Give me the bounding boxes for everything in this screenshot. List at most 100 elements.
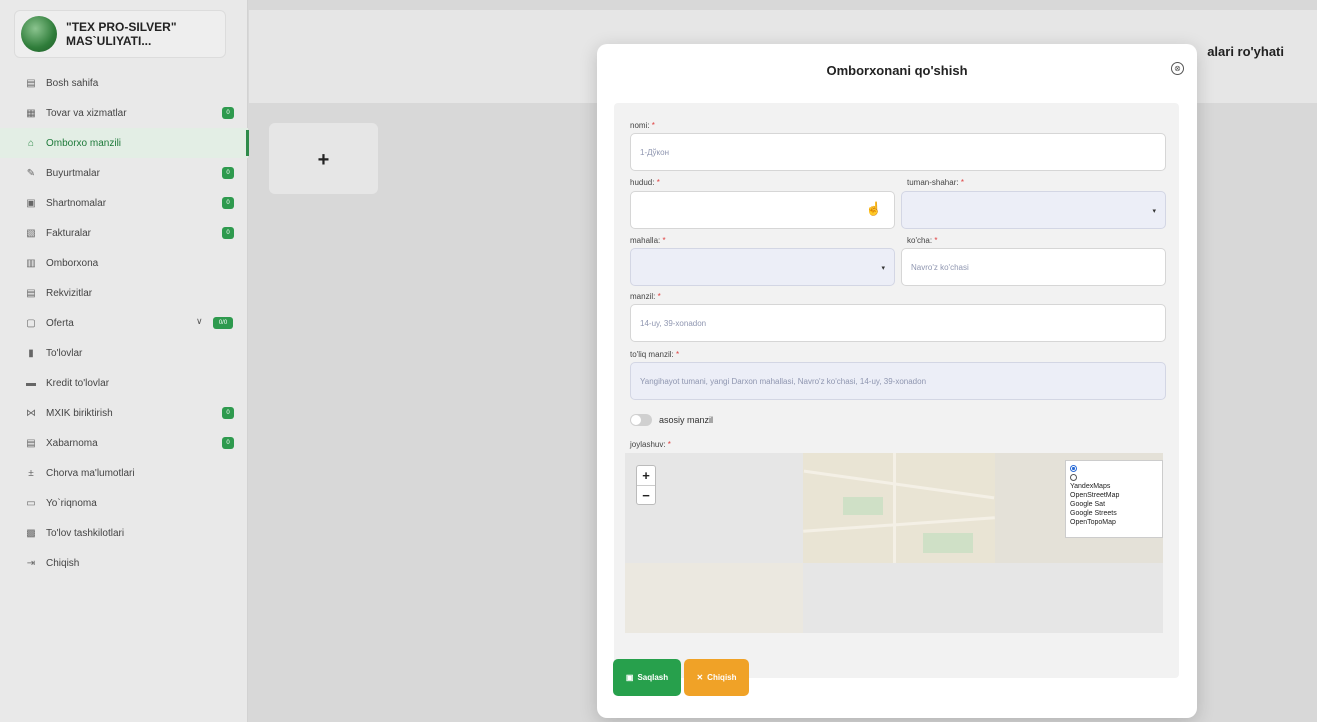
manzil-input[interactable]: 14-uy, 39-xonadon xyxy=(630,304,1166,342)
details-icon: ▤ xyxy=(26,287,36,299)
chevron-down-icon[interactable]: ∨ xyxy=(196,316,203,327)
zoom-in-button[interactable]: + xyxy=(637,466,655,485)
form-area: nomi: * 1-Дўкон hudud: * ☝ tuman-shahar:… xyxy=(614,103,1179,678)
layer-option[interactable]: OpenStreetMap xyxy=(1070,491,1158,500)
label-text: to'liq manzil: xyxy=(630,350,676,359)
zoom-out-button[interactable]: − xyxy=(637,485,655,504)
kocha-label: ko'cha: * xyxy=(907,236,937,245)
layer-label: Google Sat xyxy=(1070,501,1106,508)
sidebar-item-tolovlar[interactable]: ▮ To'lovlar xyxy=(0,338,248,368)
warehouse-location-icon: ⌂ xyxy=(27,137,35,149)
kocha-input[interactable]: Navro'z ko'chasi xyxy=(901,248,1166,286)
required-mark: * xyxy=(651,121,655,130)
invoice-icon: ▧ xyxy=(26,227,36,239)
sidebar-item-shartnomalar[interactable]: ▣ Shartnomalar 0 xyxy=(0,188,248,218)
asosiy-manzil-toggle[interactable] xyxy=(630,414,652,426)
sidebar-item-kredit-tolovlar[interactable]: ▬ Kredit to'lovlar xyxy=(0,368,248,398)
sidebar-item-chiqish[interactable]: ⇥ Chiqish xyxy=(0,548,248,578)
warehouse-icon: ▥ xyxy=(26,257,36,269)
livestock-icon: ± xyxy=(28,467,34,479)
kocha-placeholder: Navro'z ko'chasi xyxy=(911,262,969,272)
exit-button[interactable]: ✕ Chiqish xyxy=(684,659,749,696)
hudud-select[interactable]: ☝ xyxy=(630,191,895,229)
close-icon[interactable]: ⊗ xyxy=(1171,62,1184,75)
manzil-label: manzil: * xyxy=(630,292,661,301)
sidebar-item-omborxo-manzili[interactable]: ⌂ Omborxo manzili xyxy=(0,128,249,158)
sidebar-item-label: Fakturalar xyxy=(46,227,92,239)
hand-cursor-icon: ☝ xyxy=(865,201,882,216)
sidebar-item-label: Oferta xyxy=(46,317,74,329)
count-badge: 0 xyxy=(222,167,234,179)
sidebar-item-label: Shartnomalar xyxy=(46,197,107,209)
map-park xyxy=(923,533,973,553)
layer-option[interactable] xyxy=(1070,473,1158,482)
boxes-icon: ▦ xyxy=(26,107,36,119)
required-mark: * xyxy=(934,236,938,245)
sidebar-item-yoriqnoma[interactable]: ▭ Yo`riqnoma xyxy=(0,488,248,518)
save-button[interactable]: ▣ Saqlash xyxy=(613,659,681,696)
layer-option[interactable] xyxy=(1070,464,1158,473)
sidebar-item-label: Xabarnoma xyxy=(46,437,98,449)
credit-icon: ▬ xyxy=(26,377,36,389)
sidebar-item-label: To'lovlar xyxy=(46,347,83,359)
sidebar-item-xabarnoma[interactable]: ▤ Xabarnoma 0 xyxy=(0,428,248,458)
sidebar-item-buyurtmalar[interactable]: ✎ Buyurtmalar 0 xyxy=(0,158,248,188)
sidebar-item-fakturalar[interactable]: ▧ Fakturalar 0 xyxy=(0,218,248,248)
sidebar-item-rekvizitlar[interactable]: ▤ Rekvizitlar xyxy=(0,278,248,308)
map-zoom-control: + − xyxy=(636,465,656,505)
layer-label: YandexMaps xyxy=(1070,483,1111,490)
sidebar-item-label: Omborxo manzili xyxy=(46,137,122,149)
label-text: joylashuv: xyxy=(630,440,668,449)
dropdown-arrow-icon: ▾ xyxy=(881,265,885,272)
map-road xyxy=(803,516,995,533)
company-name: "TEX PRO-SILVER" MAS`ULIYATI... xyxy=(66,20,177,48)
sidebar-item-omborxona[interactable]: ▥ Omborxona xyxy=(0,248,248,278)
nomi-input[interactable]: 1-Дўкон xyxy=(630,133,1166,171)
company-name-line2: MAS`ULIYATI... xyxy=(66,34,152,48)
map-park xyxy=(843,497,883,515)
add-warehouse-button[interactable]: + xyxy=(269,123,378,194)
required-mark: * xyxy=(656,178,660,187)
sidebar-item-oferta[interactable]: ▢ Oferta ∨ 0/0 xyxy=(0,308,248,338)
count-badge: 0 xyxy=(222,407,234,419)
sidebar-item-label: Chiqish xyxy=(46,557,80,569)
close-icon: ✕ xyxy=(696,673,704,682)
message-icon: ▤ xyxy=(26,437,36,449)
sidebar-item-mxik[interactable]: ⋈ MXIK biriktirish 0 xyxy=(0,398,248,428)
layer-option[interactable]: OpenTopoMap xyxy=(1070,518,1158,527)
toliq-manzil-input[interactable]: Yangihayot tumani, yangi Darxon mahallas… xyxy=(630,362,1166,400)
joylashuv-label: joylashuv: * xyxy=(630,440,671,449)
add-warehouse-modal: Omborxonani qo'shish ⊗ nomi: * 1-Дўкон h… xyxy=(597,44,1197,718)
tuman-select[interactable]: ▾ xyxy=(901,191,1166,229)
count-badge: 0 xyxy=(222,107,234,119)
layer-option[interactable]: Google Sat xyxy=(1070,500,1158,509)
asosiy-manzil-label: asosiy manzil xyxy=(659,415,714,425)
layer-label: Google Streets xyxy=(1070,510,1117,517)
location-map[interactable]: + − YandexMaps OpenStreetMap Google Sat … xyxy=(625,453,1163,633)
required-mark: * xyxy=(657,292,661,301)
label-text: nomi: xyxy=(630,121,652,130)
sidebar-item-label: Rekvizitlar xyxy=(46,287,93,299)
home-icon: ▤ xyxy=(26,77,36,89)
payment-icon: ▮ xyxy=(28,347,34,359)
sidebar-item-label: Tovar va xizmatlar xyxy=(46,107,127,119)
label-text: manzil: xyxy=(630,292,658,301)
sidebar-item-tovar[interactable]: ▦ Tovar va xizmatlar 0 xyxy=(0,98,248,128)
layer-option[interactable]: YandexMaps xyxy=(1070,482,1158,491)
radio-icon xyxy=(1070,464,1077,472)
map-layer-switcher: YandexMaps OpenStreetMap Google Sat Goog… xyxy=(1065,460,1163,538)
sidebar-item-tolov-tashkilotlari[interactable]: ▩ To'lov tashkilotlari xyxy=(0,518,248,548)
label-text: tuman-shahar: xyxy=(907,178,961,187)
required-mark: * xyxy=(667,440,671,449)
count-badge: 0 xyxy=(222,197,234,209)
sidebar-item-bosh-sahifa[interactable]: ▤ Bosh sahifa xyxy=(0,68,248,98)
mahalla-select[interactable]: ▾ xyxy=(630,248,895,286)
map-tile xyxy=(625,563,803,633)
layer-label: OpenStreetMap xyxy=(1070,492,1120,499)
contract-icon: ▣ xyxy=(26,197,36,209)
mahalla-label: mahalla: * xyxy=(630,236,666,245)
layer-option[interactable]: Google Streets xyxy=(1070,509,1158,518)
company-card[interactable]: "TEX PRO-SILVER" MAS`ULIYATI... xyxy=(14,10,226,58)
sidebar-item-chorva[interactable]: ± Chorva ma'lumotlari xyxy=(0,458,248,488)
sidebar-item-label: To'lov tashkilotlari xyxy=(46,527,125,539)
